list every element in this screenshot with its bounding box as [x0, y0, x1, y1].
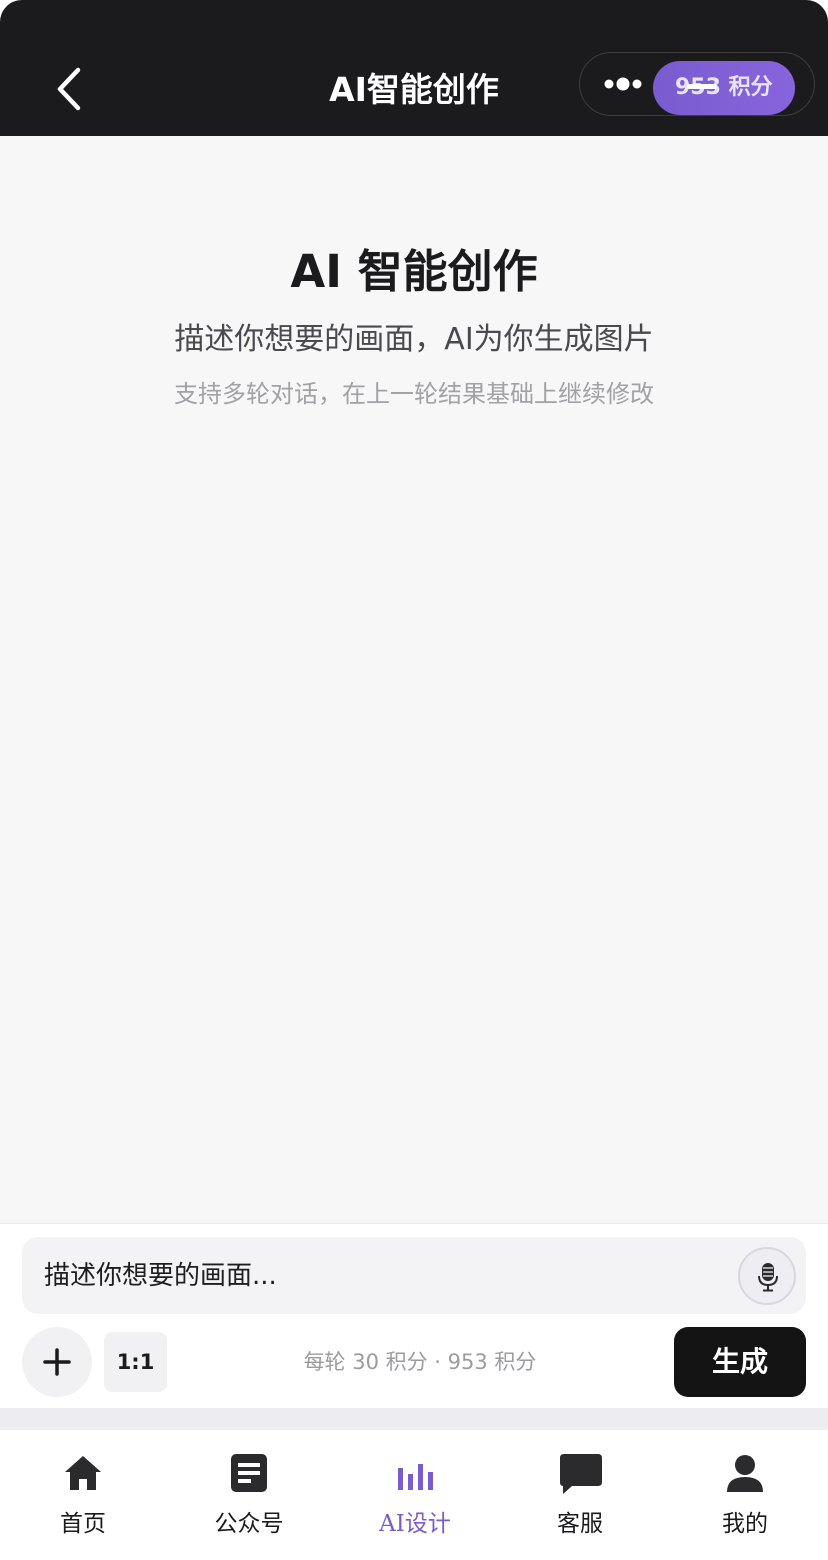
hero-hint: 支持多轮对话，在上一轮结果基础上继续修改 [174, 380, 654, 408]
top-navigation-bar: AI智能创作 953 积分 [0, 0, 828, 136]
prompt-box [22, 1237, 806, 1314]
bottom-tab-bar: 首页 公众号 AI设计 客服 我的 [0, 1430, 828, 1560]
chat-canvas: AI 智能创作 描述你想要的画面，AI为你生成图片 支持多轮对话，在上一轮结果基… [0, 136, 828, 1223]
tab-ai-design-label: AI设计 [379, 1511, 451, 1537]
tab-official-account[interactable]: 公众号 [166, 1430, 332, 1560]
article-icon [231, 1454, 267, 1492]
tab-customer-service[interactable]: 客服 [497, 1430, 663, 1560]
home-icon [65, 1456, 101, 1490]
divider-band [0, 1408, 828, 1430]
voice-input-button[interactable] [738, 1247, 796, 1305]
chat-icon [560, 1454, 602, 1494]
tab-home[interactable]: 首页 [0, 1430, 166, 1560]
more-dots-icon[interactable] [604, 75, 644, 93]
generate-button[interactable]: 生成 [674, 1327, 806, 1397]
hero-title: AI 智能创作 [290, 245, 538, 298]
tab-home-label: 首页 [60, 1511, 106, 1537]
tab-me-label: 我的 [722, 1511, 768, 1537]
aspect-ratio-button[interactable]: 1:1 [104, 1332, 167, 1392]
bar-chart-icon [398, 1464, 433, 1490]
mini-program-capsule: 953 积分 [579, 52, 815, 116]
person-icon [727, 1455, 763, 1492]
hero-subtitle: 描述你想要的画面，AI为你生成图片 [174, 322, 654, 357]
tab-me[interactable]: 我的 [662, 1430, 828, 1560]
credit-cost-info: 每轮 30 积分 · 953 积分 [303, 1350, 537, 1374]
prompt-input[interactable] [44, 1237, 734, 1314]
tab-ai-design[interactable]: AI设计 [332, 1430, 498, 1560]
microphone-icon [758, 1263, 778, 1292]
tab-customer-service-label: 客服 [557, 1511, 603, 1537]
add-image-button[interactable] [22, 1327, 92, 1397]
tab-official-account-label: 公众号 [214, 1511, 284, 1537]
capsule-minimize-bar [687, 84, 717, 89]
prompt-composer: 1:1 每轮 30 积分 · 953 积分 生成 [0, 1223, 828, 1408]
plus-icon [43, 1348, 71, 1376]
credits-badge[interactable]: 953 积分 [653, 61, 795, 115]
